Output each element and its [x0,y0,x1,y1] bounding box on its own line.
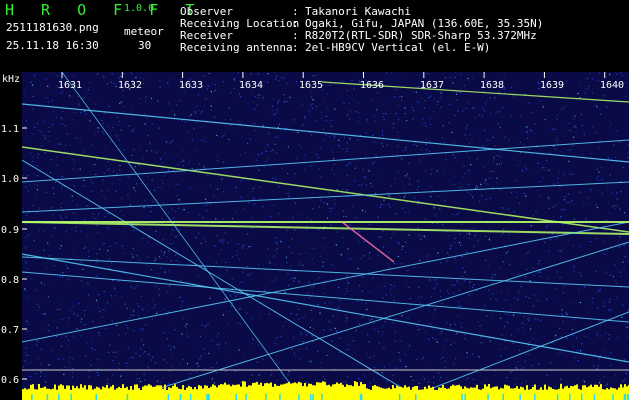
hrofft-window: H R O F F T 1.0.0 2511181630.png meteor … [0,0,629,400]
detection-marker [179,394,182,400]
info-value-location: Ogaki, Gifu, JAPAN (136.60E, 35.35N) [305,17,544,30]
info-value-antenna: 2el-HB9CV Vertical (el. E-W) [305,41,491,54]
y-axis-unit: kHz [2,74,21,85]
detection-marker [245,394,247,400]
signal-trace [22,159,423,400]
app-version: 1.0.0 [124,3,155,14]
x-tick-label: 1632 [118,80,143,91]
spectrogram-canvas [22,72,629,400]
detection-marker [321,394,323,400]
spectrogram [22,72,629,400]
detection-marker [46,394,49,400]
detection-marker [623,394,626,400]
y-tick-label: 0.6 [1,375,20,386]
detection-marker [70,394,72,400]
detection-marker [415,394,417,400]
detection-marker [167,394,170,400]
noise-field [22,72,629,400]
info-colon: : [292,41,299,54]
meteor-count: 30 [138,39,152,52]
signal-trace [22,221,629,235]
detection-marker [519,394,521,400]
x-tick-label: 1631 [58,80,83,91]
app-logo: H R O F F T [5,1,204,19]
detection-marker [612,394,614,400]
x-tick-label: 1635 [299,80,324,91]
detection-marker [461,394,463,400]
detection-marker [235,394,237,400]
signal-trace [22,181,629,213]
file-name: 2511181630.png [6,21,99,34]
y-tick-label: 0.7 [1,325,20,336]
detection-marker [556,394,559,400]
x-tick-label: 1638 [480,80,505,91]
detection-marker [189,394,192,400]
info-label-observer: Observer [180,5,233,18]
detection-marker [279,394,281,400]
info-value-observer: Takanori Kawachi [305,5,411,18]
y-tick-label: 1.1 [1,124,20,135]
capture-datetime: 25.11.18 16:30 [6,39,99,52]
info-label-antenna: Receiving antenna [180,41,293,54]
detection-marker [126,394,129,400]
detection-marker [265,394,267,400]
info-label-location: Receiving Location [180,17,300,30]
detection-marker [312,394,314,400]
info-colon: : [292,17,299,30]
info-colon: : [292,29,299,42]
detection-marker [487,394,489,400]
detection-marker [310,394,312,400]
detection-marker [206,394,208,400]
x-tick-label: 1634 [239,80,264,91]
meteor-label: meteor [124,25,164,38]
signal-trace [22,139,629,183]
x-tick-label: 1637 [420,80,445,91]
detection-marker [31,394,33,400]
info-label-receiver: Receiver [180,29,233,42]
signal-trace [22,146,629,233]
x-tick-label: 1639 [540,80,565,91]
info-value-receiver: R820T2(RTL-SDR) SDR-Sharp 53.372MHz [305,29,537,42]
x-tick-label: 1636 [360,80,385,91]
detection-marker [95,394,97,400]
detection-marker [569,394,571,400]
info-colon: : [292,5,299,18]
detection-marker [398,394,401,400]
power-spectrum [22,381,629,400]
signal-trace [22,103,629,163]
detection-marker [298,394,300,400]
detection-marker [58,394,60,400]
detection-marker [464,394,466,400]
detection-marker [593,394,596,400]
detection-marker [581,394,583,400]
y-tick-label: 0.8 [1,275,20,286]
detection-marker [627,394,629,400]
x-tick-label: 1633 [179,80,204,91]
x-tick-label: 1640 [600,80,625,91]
detection-marker [502,394,504,400]
y-tick-label: 1.0 [1,174,20,185]
detection-marker [208,394,210,400]
signal-trace [22,271,629,323]
y-tick-label: 0.9 [1,225,20,236]
detection-marker [534,394,536,400]
detection-marker [359,394,362,400]
